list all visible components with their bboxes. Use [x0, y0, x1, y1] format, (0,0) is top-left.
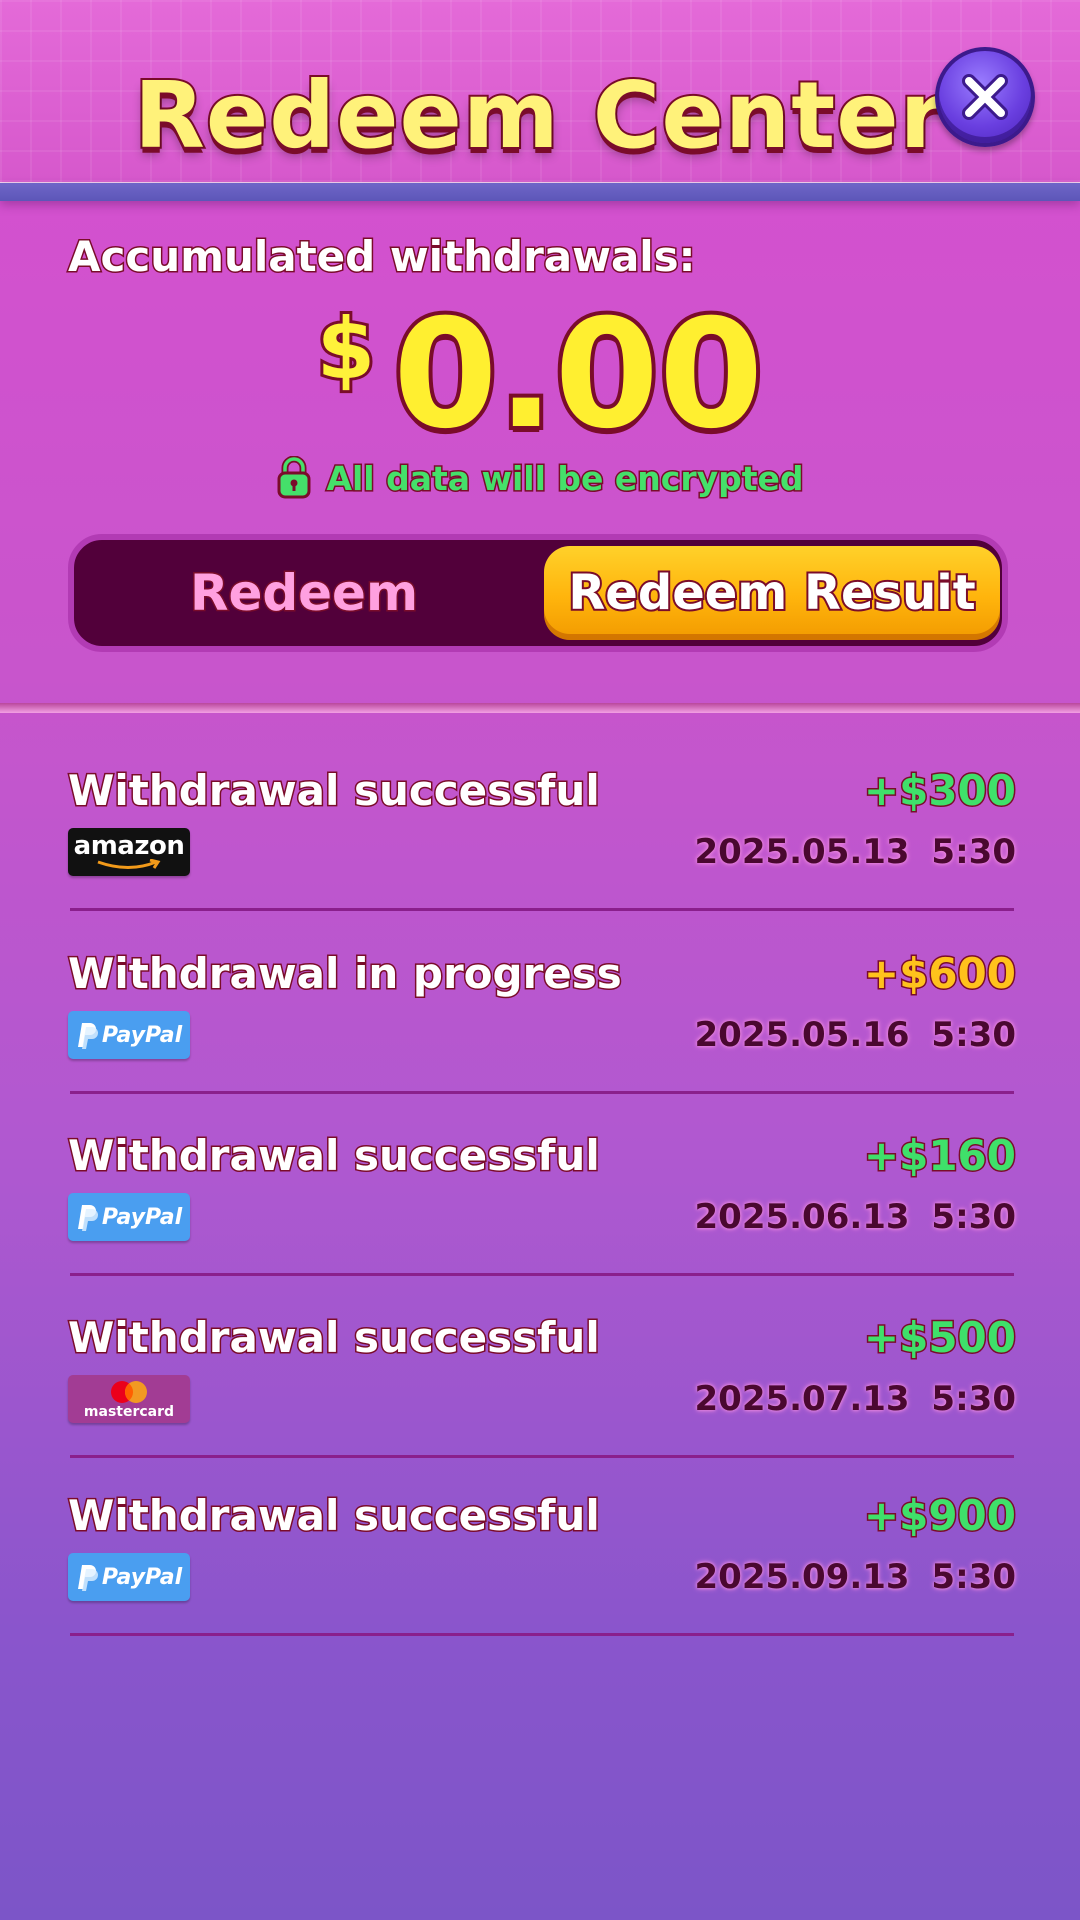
- amazon-smile-icon: [97, 859, 161, 869]
- paypal-p-icon: [77, 1205, 98, 1231]
- header-bar: Redeem Center: [0, 0, 1080, 185]
- lock-icon: [276, 456, 312, 500]
- withdrawal-status: Withdrawal successful: [67, 1490, 602, 1542]
- withdrawal-date: 2025.05.16 5:30: [694, 1015, 1017, 1055]
- amazon-logo-text: amazon: [73, 831, 185, 861]
- paypal-p-icon: [77, 1565, 98, 1591]
- accumulated-label: Accumulated withdrawals:: [66, 231, 696, 283]
- tab-switcher: Redeem Redeem Resuit: [68, 534, 1008, 652]
- list-item: Withdrawal successful +$300 amazon 2025.05.…: [67, 765, 1018, 948]
- withdrawal-date: 2025.09.13 5:30: [694, 1557, 1017, 1597]
- withdrawal-amount: +$500: [862, 1312, 1017, 1364]
- list-item: Withdrawal successful +$900 PayPal 2025.09.…: [67, 1490, 1018, 1673]
- mastercard-logo: mastercard: [68, 1375, 190, 1423]
- list-item: Withdrawal in progress +$600 PayPal 2025.05…: [67, 948, 1018, 1131]
- page-title: Redeem Center: [132, 60, 947, 171]
- section-divider: [0, 703, 1080, 713]
- close-button[interactable]: [935, 47, 1035, 147]
- row-divider: [70, 1455, 1014, 1458]
- withdrawal-status: Withdrawal successful: [67, 1130, 602, 1182]
- tab-redeem-result[interactable]: Redeem Resuit: [544, 546, 1000, 640]
- withdrawal-amount: +$160: [862, 1130, 1017, 1182]
- row-divider: [70, 1273, 1014, 1276]
- list-item: Withdrawal successful +$160 PayPal 2025.06.…: [67, 1130, 1018, 1313]
- withdrawal-date: 2025.06.13 5:30: [694, 1197, 1017, 1237]
- tab-redeem[interactable]: Redeem: [74, 540, 534, 646]
- withdrawal-status: Withdrawal successful: [67, 765, 602, 817]
- close-icon: [962, 74, 1008, 120]
- row-divider: [70, 908, 1014, 911]
- withdrawal-amount: +$300: [862, 765, 1017, 817]
- withdrawal-date: 2025.07.13 5:30: [694, 1379, 1017, 1419]
- paypal-logo-text: PayPal: [101, 1204, 183, 1230]
- withdrawal-amount: +$600: [862, 948, 1017, 1000]
- encryption-text: All data will be encrypted: [325, 457, 805, 499]
- paypal-logo-text: PayPal: [101, 1022, 183, 1048]
- row-divider: [70, 1633, 1014, 1636]
- mastercard-logo-text: mastercard: [83, 1404, 175, 1420]
- balance-amount: 0.00: [389, 288, 767, 462]
- paypal-logo-text: PayPal: [101, 1564, 183, 1590]
- paypal-logo: PayPal: [68, 1011, 190, 1059]
- mastercard-circles-icon: [111, 1381, 147, 1403]
- amazon-logo: amazon: [68, 828, 190, 876]
- withdrawal-status: Withdrawal in progress: [67, 948, 624, 1000]
- currency-symbol: $: [314, 297, 379, 401]
- withdrawal-status: Withdrawal successful: [67, 1312, 602, 1364]
- paypal-logo: PayPal: [68, 1553, 190, 1601]
- balance-display: $ 0.00: [0, 288, 1080, 462]
- paypal-logo: PayPal: [68, 1193, 190, 1241]
- withdrawal-amount: +$900: [862, 1490, 1017, 1542]
- header-strip: [0, 183, 1080, 201]
- encryption-note: All data will be encrypted: [0, 456, 1080, 500]
- row-divider: [70, 1091, 1014, 1094]
- withdrawal-date: 2025.05.13 5:30: [694, 832, 1017, 872]
- paypal-p-icon: [77, 1023, 98, 1049]
- list-item: Withdrawal successful +$500 mastercard 2025…: [67, 1312, 1018, 1495]
